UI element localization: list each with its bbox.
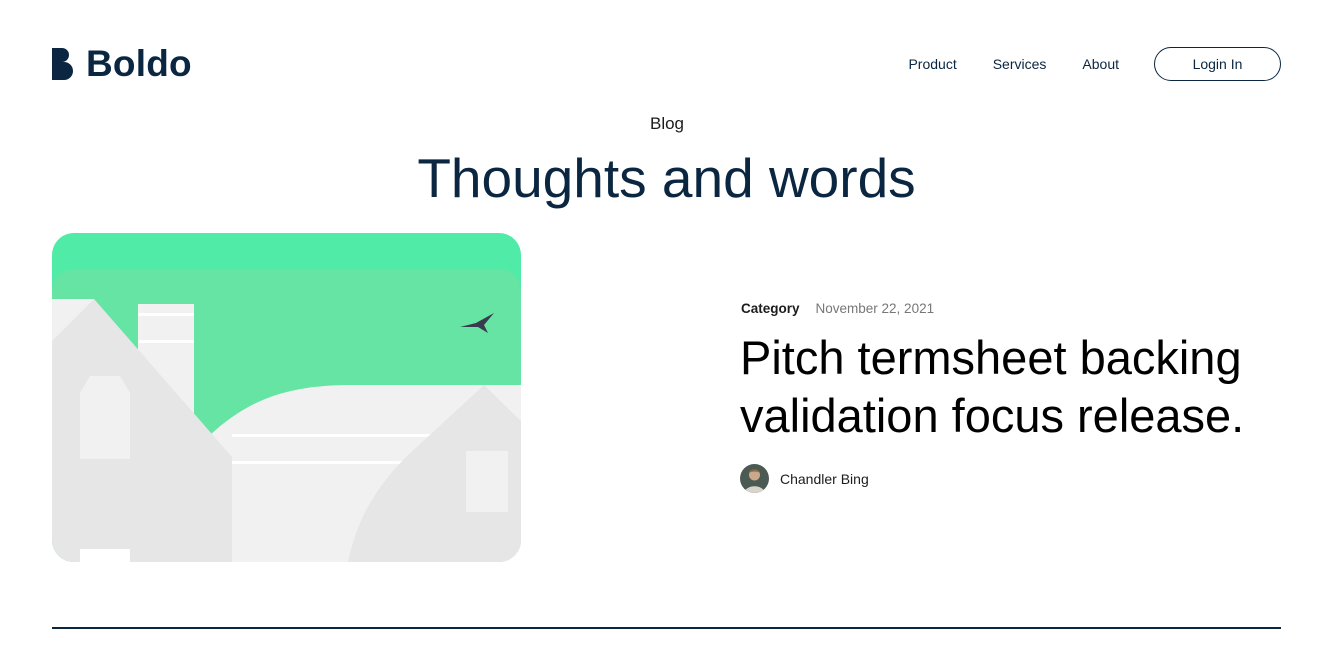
nav-link-services[interactable]: Services bbox=[993, 47, 1047, 81]
page-title: Thoughts and words bbox=[417, 147, 916, 209]
post-author: Chandler Bing bbox=[740, 464, 869, 493]
nav-link-product[interactable]: Product bbox=[908, 47, 956, 81]
featured-post-image[interactable] bbox=[52, 233, 521, 562]
boldo-logo-icon bbox=[52, 48, 73, 80]
post-date: November 22, 2021 bbox=[815, 301, 935, 316]
login-button[interactable]: Login In bbox=[1154, 47, 1281, 81]
author-avatar bbox=[740, 464, 769, 493]
post-meta: Category November 22, 2021 bbox=[741, 301, 934, 316]
brand-name: Boldo bbox=[86, 43, 192, 84]
section-eyebrow: Blog bbox=[649, 114, 685, 133]
house-illustration bbox=[52, 233, 521, 562]
section-divider bbox=[52, 627, 1281, 629]
main-nav: Product Services About Login In bbox=[908, 47, 1281, 81]
site-header: Boldo Product Services About Login In bbox=[0, 0, 1340, 128]
brand-logo[interactable]: Boldo bbox=[52, 44, 192, 84]
nav-link-about[interactable]: About bbox=[1082, 47, 1119, 81]
author-name: Chandler Bing bbox=[780, 470, 869, 487]
post-title[interactable]: Pitch termsheet backing validation focus… bbox=[740, 329, 1300, 445]
post-category[interactable]: Category bbox=[741, 301, 800, 316]
